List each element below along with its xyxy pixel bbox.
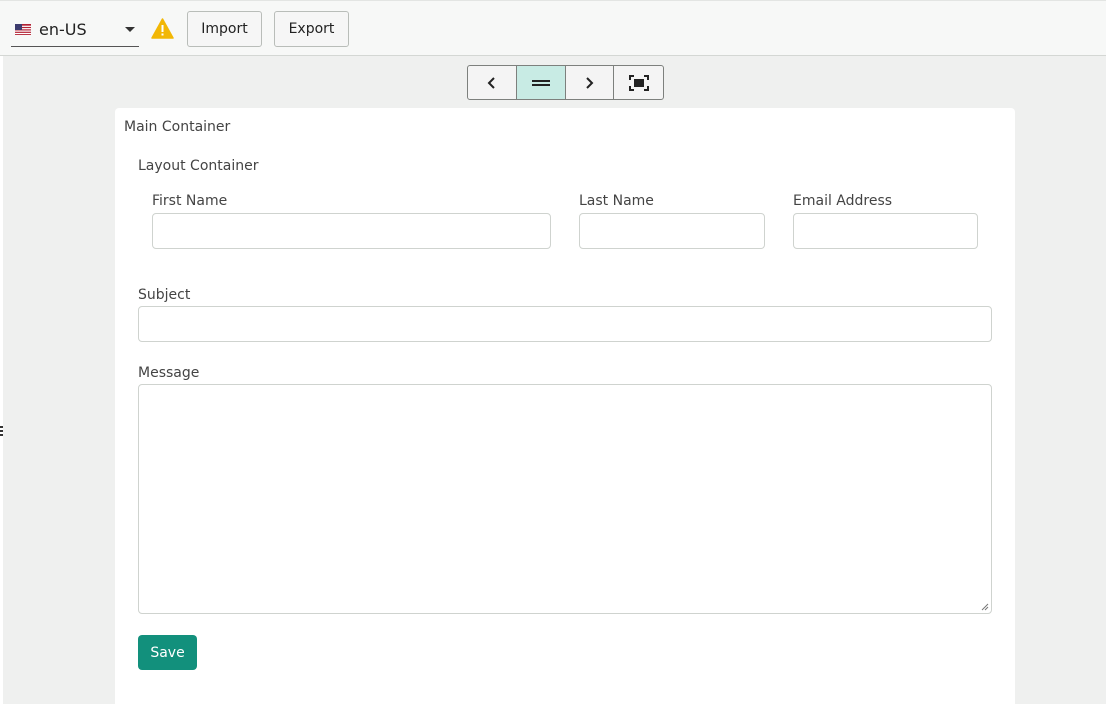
last-name-field[interactable]	[579, 213, 765, 249]
us-flag-icon	[15, 24, 31, 35]
locale-value: en-US	[39, 20, 87, 39]
chevron-left-icon	[487, 76, 495, 89]
view-toolbar	[467, 65, 664, 100]
message-label: Message	[138, 365, 200, 381]
equals-icon	[531, 79, 550, 86]
export-button[interactable]: Export	[274, 11, 349, 47]
chevron-right-icon	[586, 76, 594, 89]
previous-button[interactable]	[468, 66, 517, 99]
email-field[interactable]	[793, 213, 978, 249]
first-name-label: First Name	[152, 193, 228, 209]
subject-field[interactable]	[138, 306, 992, 342]
top-toolbar: en-US Import Export	[0, 0, 1106, 56]
resize-handle-icon[interactable]	[981, 603, 989, 611]
next-button[interactable]	[566, 66, 615, 99]
first-name-field[interactable]	[152, 213, 551, 249]
locale-select[interactable]: en-US	[11, 13, 139, 47]
subject-label: Subject	[138, 287, 191, 303]
last-name-label: Last Name	[579, 193, 654, 209]
chevron-down-icon	[125, 27, 135, 32]
warning-icon[interactable]	[151, 18, 174, 39]
email-label: Email Address	[793, 193, 893, 209]
main-container-label: Main Container	[124, 119, 231, 135]
save-button[interactable]: Save	[138, 635, 197, 670]
layout-container-label: Layout Container	[138, 158, 259, 174]
message-field[interactable]	[138, 384, 992, 614]
fullscreen-button[interactable]	[614, 66, 663, 99]
fullscreen-icon	[628, 74, 649, 91]
layout-button[interactable]	[516, 66, 566, 99]
import-button[interactable]: Import	[187, 11, 262, 47]
drag-handle-icon[interactable]	[0, 426, 3, 438]
